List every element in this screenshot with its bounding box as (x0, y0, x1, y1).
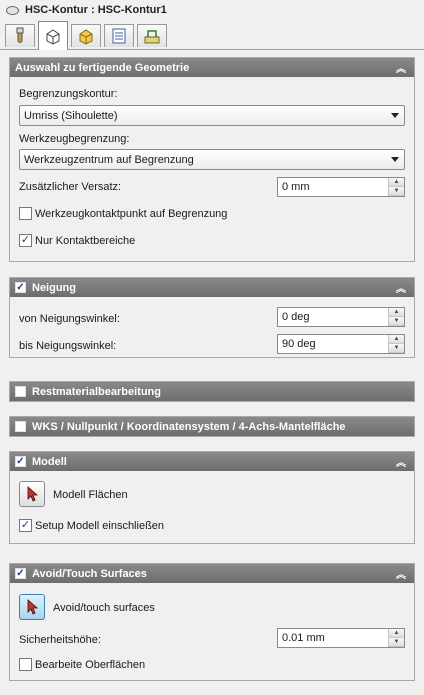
dropdown-arrow-icon (391, 113, 399, 118)
collapse-chevron-icon[interactable]: ︽ (394, 454, 408, 469)
geometry-panel: Auswahl zu fertigende Geometrie ︽ Begren… (9, 57, 415, 262)
rest-material-checkbox[interactable] (15, 386, 26, 397)
safety-height-stepper[interactable]: 0.01 mm ▲ ▼ (277, 628, 405, 648)
tool-boundary-select[interactable]: Werkzeugzentrum auf Begrenzung (19, 149, 405, 170)
tool-boundary-select-value: Werkzeugzentrum auf Begrenzung (24, 153, 194, 166)
offset-stepper[interactable]: 0 mm ▲ ▼ (277, 177, 405, 197)
include-setup-label: Setup Modell einschließen (35, 519, 165, 532)
avoid-panel: ✓ Avoid/Touch Surfaces ︽ Avoid/touch sur… (9, 563, 415, 681)
spin-up-icon[interactable]: ▲ (389, 335, 404, 344)
slope-to-label: bis Neigungswinkel: (19, 340, 117, 352)
avoid-checkbox[interactable]: ✓ (15, 568, 26, 579)
dropdown-arrow-icon (391, 157, 399, 162)
model-panel-header[interactable]: ✓ Modell ︽ (10, 452, 414, 471)
linking-tab[interactable] (137, 24, 167, 47)
linking-icon (144, 30, 160, 44)
slope-panel: ✓ Neigung ︽ von Neigungswinkel: 0 deg ▲ ▼… (9, 277, 415, 358)
heights-cube-icon (79, 29, 93, 45)
edit-surfaces-checkbox[interactable] (19, 658, 32, 671)
wcs-panel-title: WKS / Nullpunkt / Koordinatensystem / 4-… (32, 420, 346, 433)
offset-input[interactable]: 0 mm (278, 178, 388, 196)
slope-from-label: von Neigungswinkel: (19, 313, 120, 325)
window-title-bar: HSC-Kontur : HSC-Kontur1 (0, 0, 424, 20)
slope-to-stepper[interactable]: 90 deg ▲ ▼ (277, 334, 405, 354)
model-panel-title: Modell (32, 455, 67, 468)
wcs-panel: WKS / Nullpunkt / Koordinatensystem / 4-… (9, 416, 415, 437)
collapse-chevron-icon[interactable]: ︽ (394, 60, 408, 75)
include-setup-row: ✓ Setup Modell einschließen (19, 519, 164, 532)
slope-to-input[interactable]: 90 deg (278, 335, 388, 353)
tool-boundary-label: Werkzeugbegrenzung: (19, 133, 130, 145)
rest-material-panel-header[interactable]: Restmaterialbearbeitung (10, 382, 414, 401)
window-title: HSC-Kontur : HSC-Kontur1 (25, 4, 167, 16)
slope-checkbox[interactable]: ✓ (15, 282, 26, 293)
operation-icon (6, 5, 19, 15)
pointer-arrow-icon (27, 486, 39, 502)
boundary-label: Begrenzungskontur: (19, 88, 118, 100)
contact-only-row: ✓ Nur Kontaktbereiche (19, 234, 135, 247)
slope-panel-header[interactable]: ✓ Neigung ︽ (10, 278, 414, 297)
model-surfaces-select-button[interactable] (19, 481, 45, 507)
contact-point-row: Werkzeugkontaktpunkt auf Begrenzung (19, 207, 227, 220)
spin-up-icon[interactable]: ▲ (389, 178, 404, 187)
avoid-surfaces-label: Avoid/touch surfaces (53, 602, 155, 614)
include-setup-checkbox[interactable]: ✓ (19, 519, 32, 532)
geometry-tab[interactable] (38, 21, 68, 50)
model-surfaces-label: Modell Flächen (53, 489, 128, 501)
rest-material-panel-title: Restmaterialbearbeitung (32, 385, 161, 398)
slope-from-stepper[interactable]: 0 deg ▲ ▼ (277, 307, 405, 327)
contact-point-label: Werkzeugkontaktpunkt auf Begrenzung (35, 207, 228, 220)
spin-down-icon[interactable]: ▼ (389, 638, 404, 647)
avoid-panel-title: Avoid/Touch Surfaces (32, 567, 147, 580)
tool-icon (16, 27, 24, 43)
avoid-panel-header[interactable]: ✓ Avoid/Touch Surfaces ︽ (10, 564, 414, 583)
edit-surfaces-label: Bearbeite Oberflächen (35, 658, 146, 671)
geometry-panel-header[interactable]: Auswahl zu fertigende Geometrie ︽ (10, 58, 414, 77)
tab-strip (0, 20, 424, 50)
geometry-panel-title: Auswahl zu fertigende Geometrie (15, 61, 190, 74)
slope-from-input[interactable]: 0 deg (278, 308, 388, 326)
contact-only-checkbox[interactable]: ✓ (19, 234, 32, 247)
tool-tab[interactable] (5, 24, 35, 47)
spin-down-icon[interactable]: ▼ (389, 317, 404, 326)
model-panel: ✓ Modell ︽ Modell Flächen ✓ Setup Modell… (9, 451, 415, 544)
safety-height-label: Sicherheitshöhe: (19, 634, 101, 646)
pointer-arrow-icon (27, 599, 39, 615)
collapse-chevron-icon[interactable]: ︽ (394, 280, 408, 295)
contact-point-checkbox[interactable] (19, 207, 32, 220)
heights-tab[interactable] (71, 24, 101, 47)
slope-panel-title: Neigung (32, 281, 76, 294)
wcs-checkbox[interactable] (15, 421, 26, 432)
edit-surfaces-row: Bearbeite Oberflächen (19, 658, 145, 671)
wcs-panel-header[interactable]: WKS / Nullpunkt / Koordinatensystem / 4-… (10, 417, 414, 436)
contact-only-label: Nur Kontaktbereiche (35, 234, 136, 247)
boundary-select[interactable]: Umriss (Sihoulette) (19, 105, 405, 126)
offset-label: Zusätzlicher Versatz: (19, 181, 122, 193)
avoid-surfaces-select-button[interactable] (19, 594, 45, 620)
boundary-select-value: Umriss (Sihoulette) (24, 109, 118, 122)
spin-down-icon[interactable]: ▼ (389, 344, 404, 353)
spin-down-icon[interactable]: ▼ (389, 187, 404, 196)
spin-up-icon[interactable]: ▲ (389, 308, 404, 317)
rest-material-panel: Restmaterialbearbeitung (9, 381, 415, 402)
passes-icon (112, 28, 126, 44)
model-checkbox[interactable]: ✓ (15, 456, 26, 467)
geometry-cube-icon (46, 29, 60, 45)
spin-up-icon[interactable]: ▲ (389, 629, 404, 638)
safety-height-input[interactable]: 0.01 mm (278, 629, 388, 647)
collapse-chevron-icon[interactable]: ︽ (394, 566, 408, 581)
passes-tab[interactable] (104, 24, 134, 47)
